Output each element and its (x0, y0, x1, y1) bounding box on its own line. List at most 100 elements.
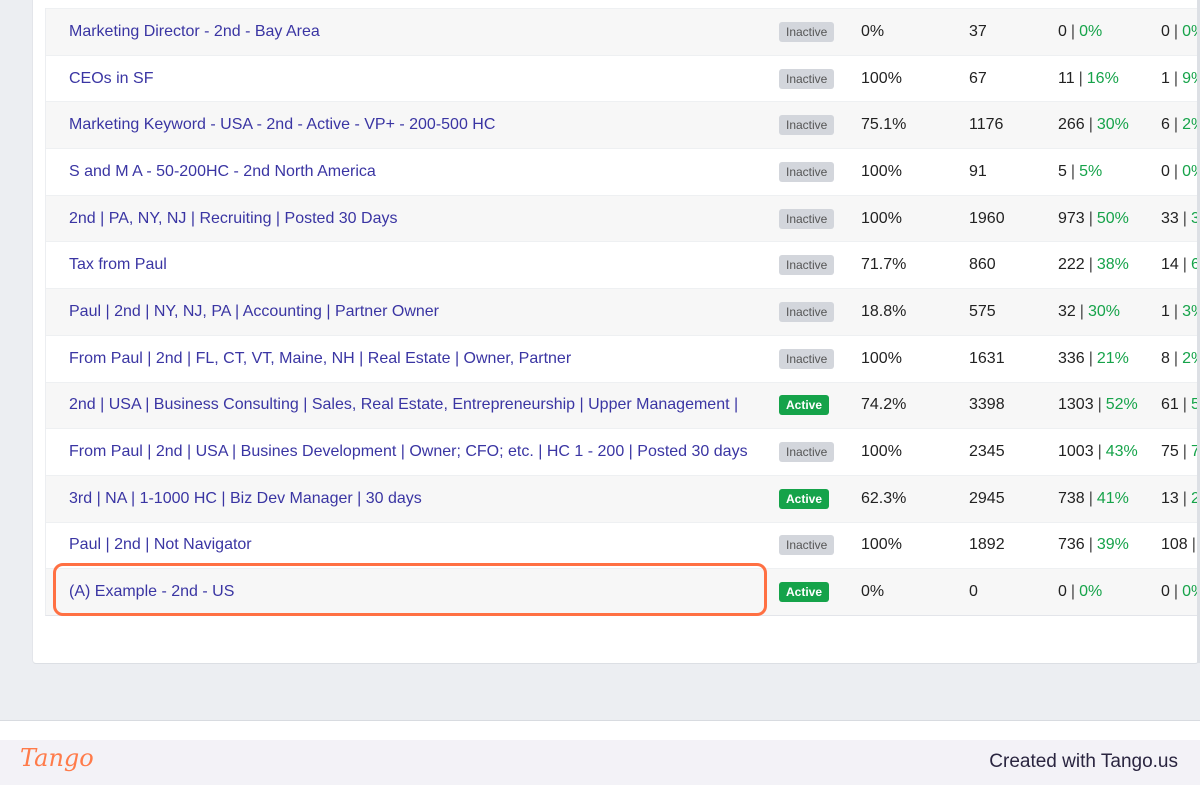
replies-count: 336 (1058, 349, 1085, 367)
replies-cell: 222 | 38% (1058, 242, 1129, 288)
replies-count: 0 (1058, 22, 1067, 40)
replies-count: 11 (1058, 69, 1075, 87)
separator: | (1097, 396, 1102, 414)
percent-cell: 0% (861, 22, 885, 40)
campaign-name-link[interactable]: 2nd | PA, NY, NJ | Recruiting | Posted 3… (69, 196, 397, 242)
campaign-name-link[interactable]: 2nd | USA | Business Consulting | Sales,… (69, 383, 738, 429)
percent-cell: 100% (861, 349, 902, 367)
percent-cell: 100% (861, 162, 902, 180)
table-row[interactable]: Paul | 2nd | NY, NJ, PA | Accounting | P… (46, 288, 1199, 335)
last-count: 0 (1161, 22, 1170, 40)
status-cell: Active (779, 383, 830, 429)
count-cell: 1176 (969, 116, 1004, 134)
last-cell: 13 | 2 (1161, 476, 1199, 522)
separator: | (1088, 536, 1093, 554)
status-badge: Inactive (779, 535, 835, 556)
last-cell: 6|2% (1161, 102, 1199, 148)
last-count: 61 (1161, 396, 1179, 414)
status-cell: Inactive (779, 429, 835, 475)
table-row[interactable]: 2nd | PA, NY, NJ | Recruiting | Posted 3… (46, 194, 1199, 242)
replies-percent: 30% (1096, 116, 1129, 134)
status-badge: Inactive (779, 21, 835, 42)
status-cell: Inactive (779, 102, 835, 148)
status-badge: Inactive (779, 301, 835, 322)
last-cell: 108 | (1161, 523, 1199, 569)
percent-cell: 74.2% (861, 396, 907, 414)
replies-cell: 1003 | 43% (1058, 429, 1138, 475)
table-row[interactable]: CEOs in SF Inactive 100% 67 11|16% 1|9% (46, 54, 1199, 102)
last-count: 13 (1161, 489, 1179, 507)
campaign-name-link[interactable]: CEOs in SF (69, 56, 153, 102)
separator: | (1173, 116, 1179, 134)
last-count: 8 (1161, 349, 1170, 367)
last-count: 0 (1161, 162, 1170, 180)
footer: Tango Created with Tango.us (0, 740, 1200, 785)
replies-cell: 0 | 0% (1058, 9, 1102, 55)
status-badge: Active (779, 488, 830, 509)
replies-percent: 30% (1087, 302, 1120, 320)
last-cell: 0|0% (1161, 149, 1199, 195)
page-bottom (0, 720, 1200, 741)
table-row[interactable]: From Paul | 2nd | USA | Busines Developm… (46, 428, 1199, 475)
status-cell: Inactive (779, 196, 835, 242)
count-cell: 0 (969, 583, 978, 601)
table-row[interactable]: Marketing Keyword - USA - 2nd - Active -… (46, 101, 1199, 149)
status-badge: Inactive (779, 208, 835, 229)
separator: | (1070, 162, 1076, 180)
replies-percent: 52% (1105, 396, 1138, 414)
last-cell: 61 | 5 (1161, 383, 1199, 429)
count-cell: 2345 (969, 443, 1005, 461)
separator: | (1078, 69, 1083, 87)
count-cell: 1631 (969, 349, 1005, 367)
status-cell: Active (779, 569, 830, 615)
count-cell: 2945 (969, 489, 1005, 507)
table-row[interactable]: Tax from Paul Inactive 71.7% 860 222 | 38%… (46, 241, 1199, 288)
status-badge: Inactive (779, 115, 835, 136)
campaign-name-link[interactable]: Marketing Director - 2nd - Bay Area (69, 9, 320, 55)
campaign-name-link[interactable]: Tax from Paul (69, 242, 167, 288)
campaign-name-link[interactable]: Paul | 2nd | Not Navigator (69, 523, 252, 569)
separator: | (1182, 396, 1187, 414)
campaign-name-link[interactable]: Paul | 2nd | NY, NJ, PA | Accounting | P… (69, 289, 439, 335)
last-count: 0 (1161, 583, 1170, 601)
table-row[interactable]: (A) Example - 2nd - US Active 0% 0 0 | 0% … (46, 568, 1199, 615)
campaign-name-link[interactable]: From Paul | 2nd | FL, CT, VT, Maine, NH … (69, 336, 571, 382)
campaign-name-link[interactable]: S and M A - 50-200HC - 2nd North America (69, 149, 376, 195)
replies-percent: 50% (1096, 209, 1129, 227)
replies-cell: 736 | 39% (1058, 523, 1129, 569)
status-badge: Active (779, 395, 830, 416)
separator: | (1088, 489, 1093, 507)
percent-cell: 75.1% (861, 116, 907, 134)
table-row[interactable]: 3rd | NA | 1-1000 HC | Biz Dev Manager |… (46, 474, 1199, 522)
status-cell: Inactive (779, 149, 835, 195)
replies-cell: 11 | 16% (1058, 56, 1119, 102)
count-cell: 67 (969, 69, 987, 87)
campaign-name-link[interactable]: From Paul | 2nd | USA | Busines Developm… (69, 429, 748, 475)
separator: | (1088, 116, 1093, 134)
campaigns-card: Marketing Director - 2nd - Bay Area Inac… (32, 0, 1199, 664)
table-row[interactable]: S and M A - 50-200HC - 2nd North America… (46, 148, 1199, 195)
status-cell: Inactive (779, 242, 835, 288)
table-row[interactable]: 2nd | USA | Business Consulting | Sales,… (46, 381, 1199, 429)
separator: | (1097, 443, 1102, 461)
table-row[interactable]: From Paul | 2nd | FL, CT, VT, Maine, NH … (46, 334, 1199, 382)
table-row[interactable]: Paul | 2nd | Not Navigator Inactive 100%… (46, 521, 1199, 569)
status-cell: Inactive (779, 9, 835, 55)
replies-percent: 16% (1086, 69, 1119, 87)
campaigns-table: Marketing Director - 2nd - Bay Area Inac… (45, 8, 1199, 616)
last-count: 33 (1161, 209, 1179, 227)
separator: | (1070, 22, 1076, 40)
separator: | (1191, 536, 1196, 554)
table-row[interactable]: Marketing Director - 2nd - Bay Area Inac… (46, 8, 1199, 55)
replies-cell: 973 | 50% (1058, 196, 1129, 242)
status-badge: Inactive (779, 68, 835, 89)
replies-count: 1003 (1058, 443, 1094, 461)
separator: | (1088, 349, 1093, 367)
campaign-name-link[interactable]: 3rd | NA | 1-1000 HC | Biz Dev Manager |… (69, 476, 422, 522)
separator: | (1070, 583, 1076, 601)
campaign-name-link[interactable]: Marketing Keyword - USA - 2nd - Active -… (69, 102, 495, 148)
status-badge: Active (779, 582, 830, 603)
campaign-name-link[interactable]: (A) Example - 2nd - US (69, 569, 234, 615)
replies-cell: 738 | 41% (1058, 476, 1129, 522)
percent-cell: 100% (861, 69, 902, 87)
